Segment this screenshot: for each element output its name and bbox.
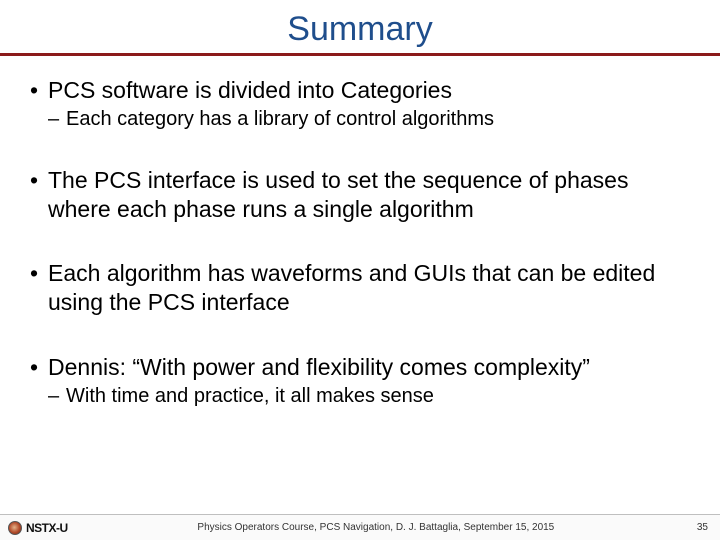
slide: Summary • PCS software is divided into C…	[0, 0, 720, 540]
bullet-text: Each category has a library of control a…	[66, 107, 494, 132]
bullet-text: With time and practice, it all makes sen…	[66, 384, 434, 409]
bullet-marker: •	[30, 353, 48, 382]
bullet-text: Dennis: “With power and flexibility come…	[48, 353, 590, 382]
spacer	[30, 225, 690, 255]
title-area: Summary	[0, 0, 720, 53]
bullet-text: PCS software is divided into Categories	[48, 76, 452, 105]
bullet-item: • Each algorithm has waveforms and GUIs …	[30, 259, 690, 317]
footer-logo: NSTX-U	[8, 521, 68, 535]
logo-icon	[8, 521, 22, 535]
spacer	[30, 132, 690, 162]
bullet-item: • PCS software is divided into Categorie…	[30, 76, 690, 105]
sub-bullet-item: – Each category has a library of control…	[48, 107, 690, 132]
bullet-text: The PCS interface is used to set the seq…	[48, 166, 690, 224]
bullet-marker: •	[30, 166, 48, 224]
bullet-item: • The PCS interface is used to set the s…	[30, 166, 690, 224]
title-rule	[0, 53, 720, 56]
bullet-marker: –	[48, 107, 66, 132]
footer-caption: Physics Operators Course, PCS Navigation…	[68, 522, 684, 533]
spacer	[30, 319, 690, 349]
bullet-item: • Dennis: “With power and flexibility co…	[30, 353, 690, 382]
logo-text: NSTX-U	[26, 521, 68, 535]
page-number: 35	[684, 522, 708, 533]
bullet-marker: •	[30, 259, 48, 317]
bullet-marker: –	[48, 384, 66, 409]
content-area: • PCS software is divided into Categorie…	[0, 64, 720, 514]
slide-footer: NSTX-U Physics Operators Course, PCS Nav…	[0, 514, 720, 540]
sub-bullet-item: – With time and practice, it all makes s…	[48, 384, 690, 409]
slide-title: Summary	[0, 10, 720, 49]
bullet-marker: •	[30, 76, 48, 105]
bullet-text: Each algorithm has waveforms and GUIs th…	[48, 259, 690, 317]
